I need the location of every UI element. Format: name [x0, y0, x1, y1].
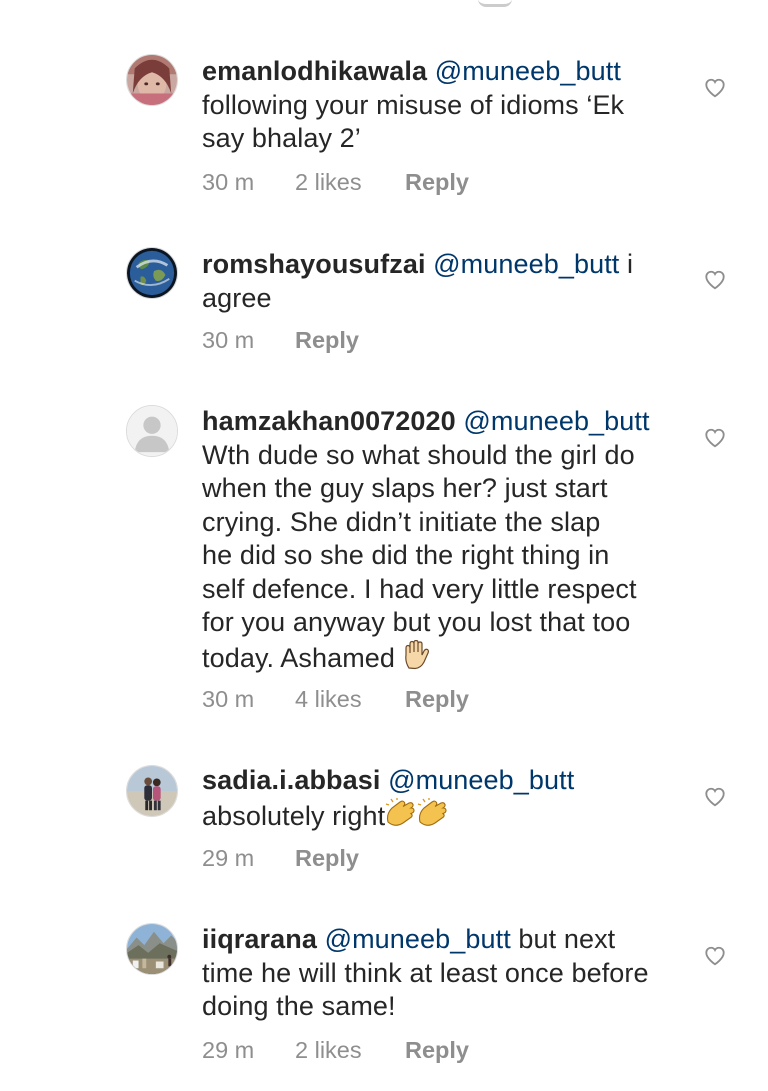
- comment-body: sadia.i.abbasi @muneeb_butt absolutely r…: [202, 764, 682, 836]
- comment-line: absolutely right: [202, 797, 682, 837]
- comment-line: today. Ashamed: [202, 639, 682, 679]
- avatar[interactable]: [126, 923, 178, 975]
- heart-outline-icon[interactable]: [704, 786, 726, 808]
- mention-link[interactable]: @muneeb_butt: [463, 406, 649, 436]
- likes-count[interactable]: 2 likes: [295, 169, 405, 196]
- comment-line: agree: [202, 282, 272, 313]
- heart-outline-icon[interactable]: [704, 945, 726, 967]
- avatar[interactable]: [126, 765, 178, 817]
- mention-link[interactable]: @muneeb_butt: [435, 56, 621, 86]
- likes-count[interactable]: 4 likes: [295, 686, 405, 713]
- comment-timestamp: 29 m: [202, 844, 255, 871]
- raised-hand-emoji-icon: [403, 639, 431, 679]
- comment-timestamp: 30 m: [202, 168, 255, 195]
- cut-off-text-fragment: [478, 0, 512, 7]
- heart-outline-icon[interactable]: [704, 427, 726, 449]
- heart-outline-icon[interactable]: [704, 77, 726, 99]
- comment-timestamp: 30 m: [202, 685, 255, 712]
- comment-text: absolutely right: [202, 800, 386, 831]
- previous-comment-fragment: [0, 0, 768, 8]
- comment-line: when the guy slaps her? just start: [202, 473, 608, 503]
- mention-link[interactable]: @muneeb_butt: [325, 924, 511, 954]
- comment-body: hamzakhan0072020 @muneeb_butt Wth dude s…: [202, 405, 682, 678]
- comment-timestamp: 30 m: [202, 326, 255, 353]
- clapping-hands-emoji-icon: [385, 797, 449, 837]
- comment-line: self defence. I had very little respect: [202, 573, 637, 604]
- comment-line: iiqrarana @muneeb_butt but next: [202, 923, 682, 957]
- comment-line: hamzakhan0072020 @muneeb_butt: [202, 405, 682, 439]
- comment-line: he did so she did the right thing in: [202, 540, 610, 570]
- reply-button[interactable]: Reply: [405, 1037, 469, 1064]
- comment-username[interactable]: emanlodhikawala: [202, 56, 427, 86]
- comment-meta: 30 m 4 likes Reply: [202, 684, 469, 714]
- reply-button[interactable]: Reply: [295, 327, 359, 354]
- comment-line: following your misuse of idioms ‘Ek: [202, 89, 625, 120]
- comment-text: i: [627, 249, 634, 279]
- mention-link[interactable]: @muneeb_butt: [433, 249, 619, 279]
- comment-username[interactable]: sadia.i.abbasi: [202, 765, 380, 795]
- comment-username[interactable]: iiqrarana: [202, 924, 317, 954]
- comment-body: romshayousufzai @muneeb_butt i agree: [202, 248, 682, 315]
- comment-line: romshayousufzai @muneeb_butt i: [202, 248, 682, 282]
- comment-text: but next: [518, 924, 616, 954]
- comment-line: Wth dude so what should the girl do: [202, 439, 635, 470]
- comment-username[interactable]: hamzakhan0072020: [202, 406, 456, 436]
- comment-text: today. Ashamed: [202, 642, 396, 673]
- avatar[interactable]: [126, 54, 178, 106]
- avatar[interactable]: [126, 247, 178, 299]
- reply-button[interactable]: Reply: [405, 169, 469, 196]
- comment-body: iiqrarana @muneeb_butt but next time he …: [202, 923, 682, 1024]
- comment-body: emanlodhikawala @muneeb_butt following y…: [202, 55, 682, 156]
- comment-line: sadia.i.abbasi @muneeb_butt: [202, 764, 682, 798]
- comment-line: emanlodhikawala @muneeb_butt: [202, 55, 682, 89]
- heart-outline-icon[interactable]: [704, 269, 726, 291]
- avatar[interactable]: [126, 405, 178, 457]
- comment-meta: 29 m Reply: [202, 843, 359, 873]
- comment-timestamp: 29 m: [202, 1036, 255, 1063]
- comment-meta: 30 m 2 likes Reply: [202, 167, 469, 197]
- mention-link[interactable]: @muneeb_butt: [388, 765, 574, 795]
- reply-button[interactable]: Reply: [405, 686, 469, 713]
- likes-count[interactable]: 2 likes: [295, 1037, 405, 1064]
- comment-line: crying. She didn’t initiate the slap: [202, 506, 601, 537]
- comment-line: doing the same!: [202, 991, 396, 1021]
- reply-button[interactable]: Reply: [295, 845, 359, 872]
- comment-line: say bhalay 2’: [202, 123, 361, 153]
- comment-meta: 29 m 2 likes Reply: [202, 1035, 469, 1065]
- comment-username[interactable]: romshayousufzai: [202, 249, 426, 279]
- comment-line: time he will think at least once before: [202, 957, 649, 988]
- comment-line: for you anyway but you lost that too: [202, 607, 631, 637]
- comment-meta: 30 m Reply: [202, 325, 359, 355]
